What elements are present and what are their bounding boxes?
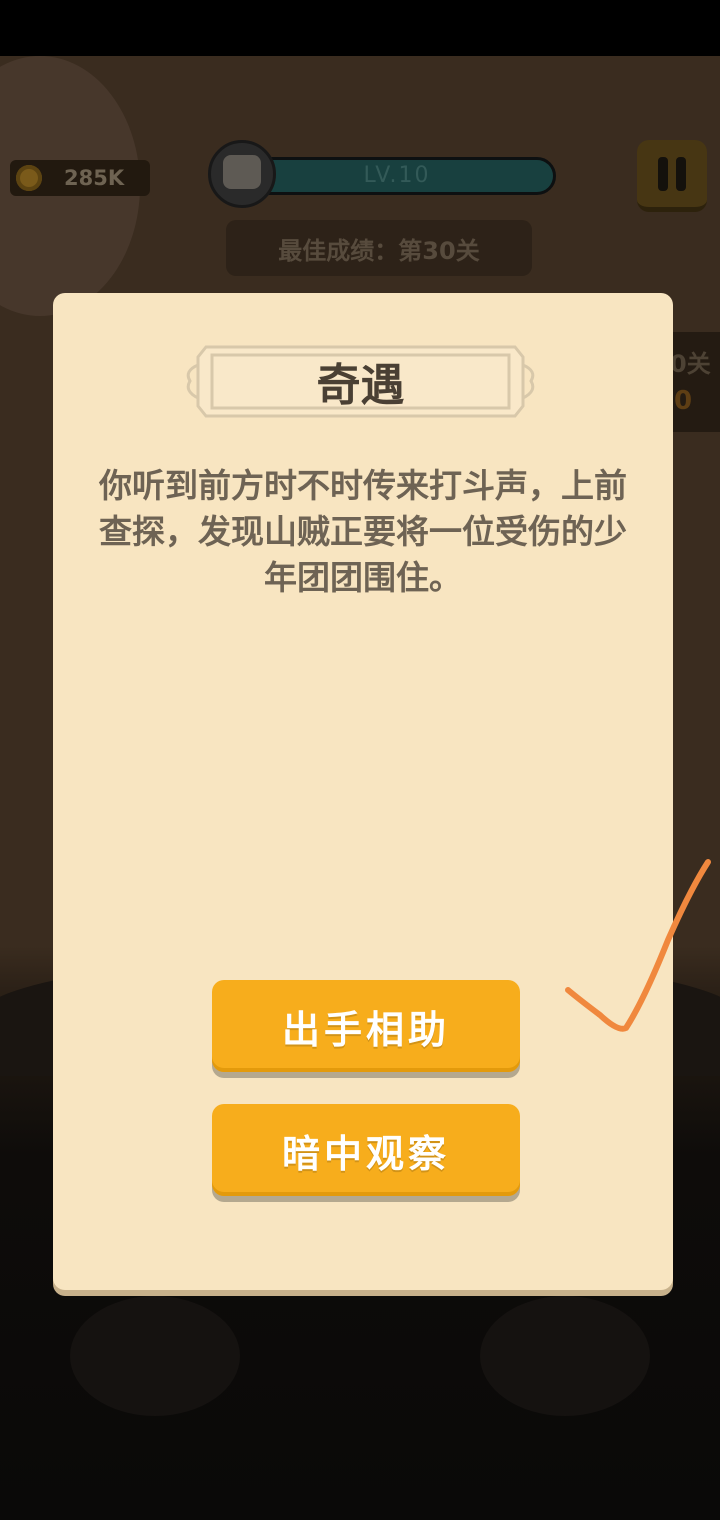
coin-icon [16,165,42,191]
pause-icon-bar [676,156,686,191]
encounter-story-text: 你听到前方时不时传来打斗声，上前查探，发现山贼正要将一位受伤的少年团团围住。 [99,466,627,597]
background-wheel-left [70,1296,240,1416]
observe-button[interactable]: 暗中观察 [212,1104,520,1196]
coin-counter: 285K [10,160,150,196]
avatar-face [223,155,261,189]
background-wheel-right [480,1296,650,1416]
side-tag-text: 0关 [670,350,711,378]
dialog-title: 奇遇 [316,360,405,411]
encounter-dialog: 奇遇 你听到前方时不时传来打斗声，上前查探，发现山贼正要将一位受伤的少年团团围住… [53,293,673,1290]
pause-button[interactable] [637,140,707,212]
best-score-label: 最佳成绩：第30关 [226,220,532,276]
pause-icon [658,156,668,191]
dialog-title-plate: 奇遇 [178,343,543,420]
checkmark-annotation-icon [565,859,711,1032]
level-bar: LV.10 [238,157,556,195]
side-tag-number: 0 [674,386,693,416]
help-button[interactable]: 出手相助 [212,980,520,1072]
panda-avatar-icon[interactable] [208,140,276,208]
coins-value: 285K [64,166,125,190]
status-bar [0,0,720,56]
level-label: LV.10 [363,163,431,188]
